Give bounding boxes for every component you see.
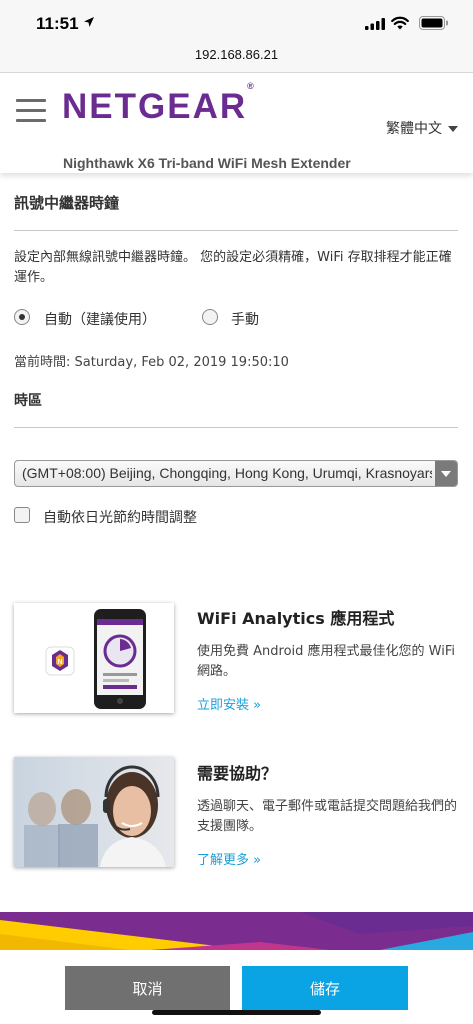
dst-checkbox-label[interactable]: 自動依日光節約時間調整	[43, 507, 197, 527]
divider	[14, 427, 458, 428]
caret-down-icon	[448, 126, 458, 132]
radio-auto[interactable]	[14, 309, 30, 325]
status-bar: 11:51	[0, 0, 473, 44]
radio-manual[interactable]	[202, 309, 218, 325]
divider	[14, 230, 458, 231]
save-button[interactable]: 儲存	[242, 966, 408, 1010]
language-selector[interactable]: 繁體中文	[386, 118, 458, 138]
timezone-select[interactable]: (GMT+08:00) Beijing, Chongqing, Hong Kon…	[14, 460, 458, 487]
need-help-description: 透過聊天、電子郵件或電話提交問題給我們的支援團隊。	[197, 799, 458, 834]
timezone-label: 時區	[14, 393, 42, 409]
need-help-title: 需要協助？	[197, 764, 278, 783]
current-time: 當前時間: Saturday, Feb 02, 2019 19:50:10	[14, 355, 289, 370]
install-now-link[interactable]: 立即安裝 »	[197, 694, 261, 713]
registered-mark: ®	[247, 81, 254, 92]
nighthawk-app-icon: N	[45, 646, 75, 676]
section-description: 設定內部無線訊號中繼器時鐘。 您的設定必須精確，WiFi 存取排程才能正確運作。	[14, 250, 452, 285]
site-header: NETGEAR® 繁體中文 Nighthawk X6 Tri-band WiFi…	[0, 73, 473, 173]
timezone-selected-value: (GMT+08:00) Beijing, Chongqing, Hong Kon…	[22, 465, 432, 481]
wifi-analytics-title: WiFi Analytics 應用程式	[197, 609, 395, 628]
section-title: 訊號中繼器時鐘	[14, 194, 120, 212]
wifi-analytics-app-image[interactable]: N	[14, 603, 174, 713]
learn-more-link[interactable]: 了解更多 »	[197, 849, 261, 868]
location-arrow-icon	[84, 17, 94, 27]
brand-stripes-graphic	[0, 912, 473, 950]
svg-text:N: N	[57, 659, 62, 666]
wifi-signal-icon	[391, 16, 409, 30]
radio-manual-label[interactable]: 手動	[231, 309, 259, 329]
radio-auto-label[interactable]: 自動（建議使用）	[44, 309, 156, 329]
support-agent-image[interactable]	[14, 757, 174, 867]
wifi-analytics-description: 使用免費 Android 應用程式最佳化您的 WiFi 網路。	[197, 644, 455, 679]
cancel-button[interactable]: 取消	[65, 966, 230, 1010]
language-label: 繁體中文	[386, 121, 442, 137]
dst-checkbox[interactable]	[14, 507, 30, 523]
url-text: 192.168.86.21	[194, 47, 279, 62]
product-subtitle: Nighthawk X6 Tri-band WiFi Mesh Extender	[63, 155, 351, 171]
home-indicator[interactable]	[152, 1010, 321, 1015]
phone-app-illustration: N	[14, 603, 174, 713]
status-time: 11:51	[36, 14, 79, 33]
battery-icon	[419, 16, 448, 30]
support-agent-photo	[14, 757, 174, 867]
hamburger-menu-icon[interactable]	[16, 99, 46, 123]
netgear-logo[interactable]: NETGEAR®	[62, 81, 254, 127]
cellular-signal-icon	[365, 18, 385, 30]
dropdown-arrow-icon[interactable]	[435, 461, 457, 486]
browser-url-bar[interactable]: 192.168.86.21	[0, 44, 473, 73]
brand-banner	[0, 912, 473, 950]
